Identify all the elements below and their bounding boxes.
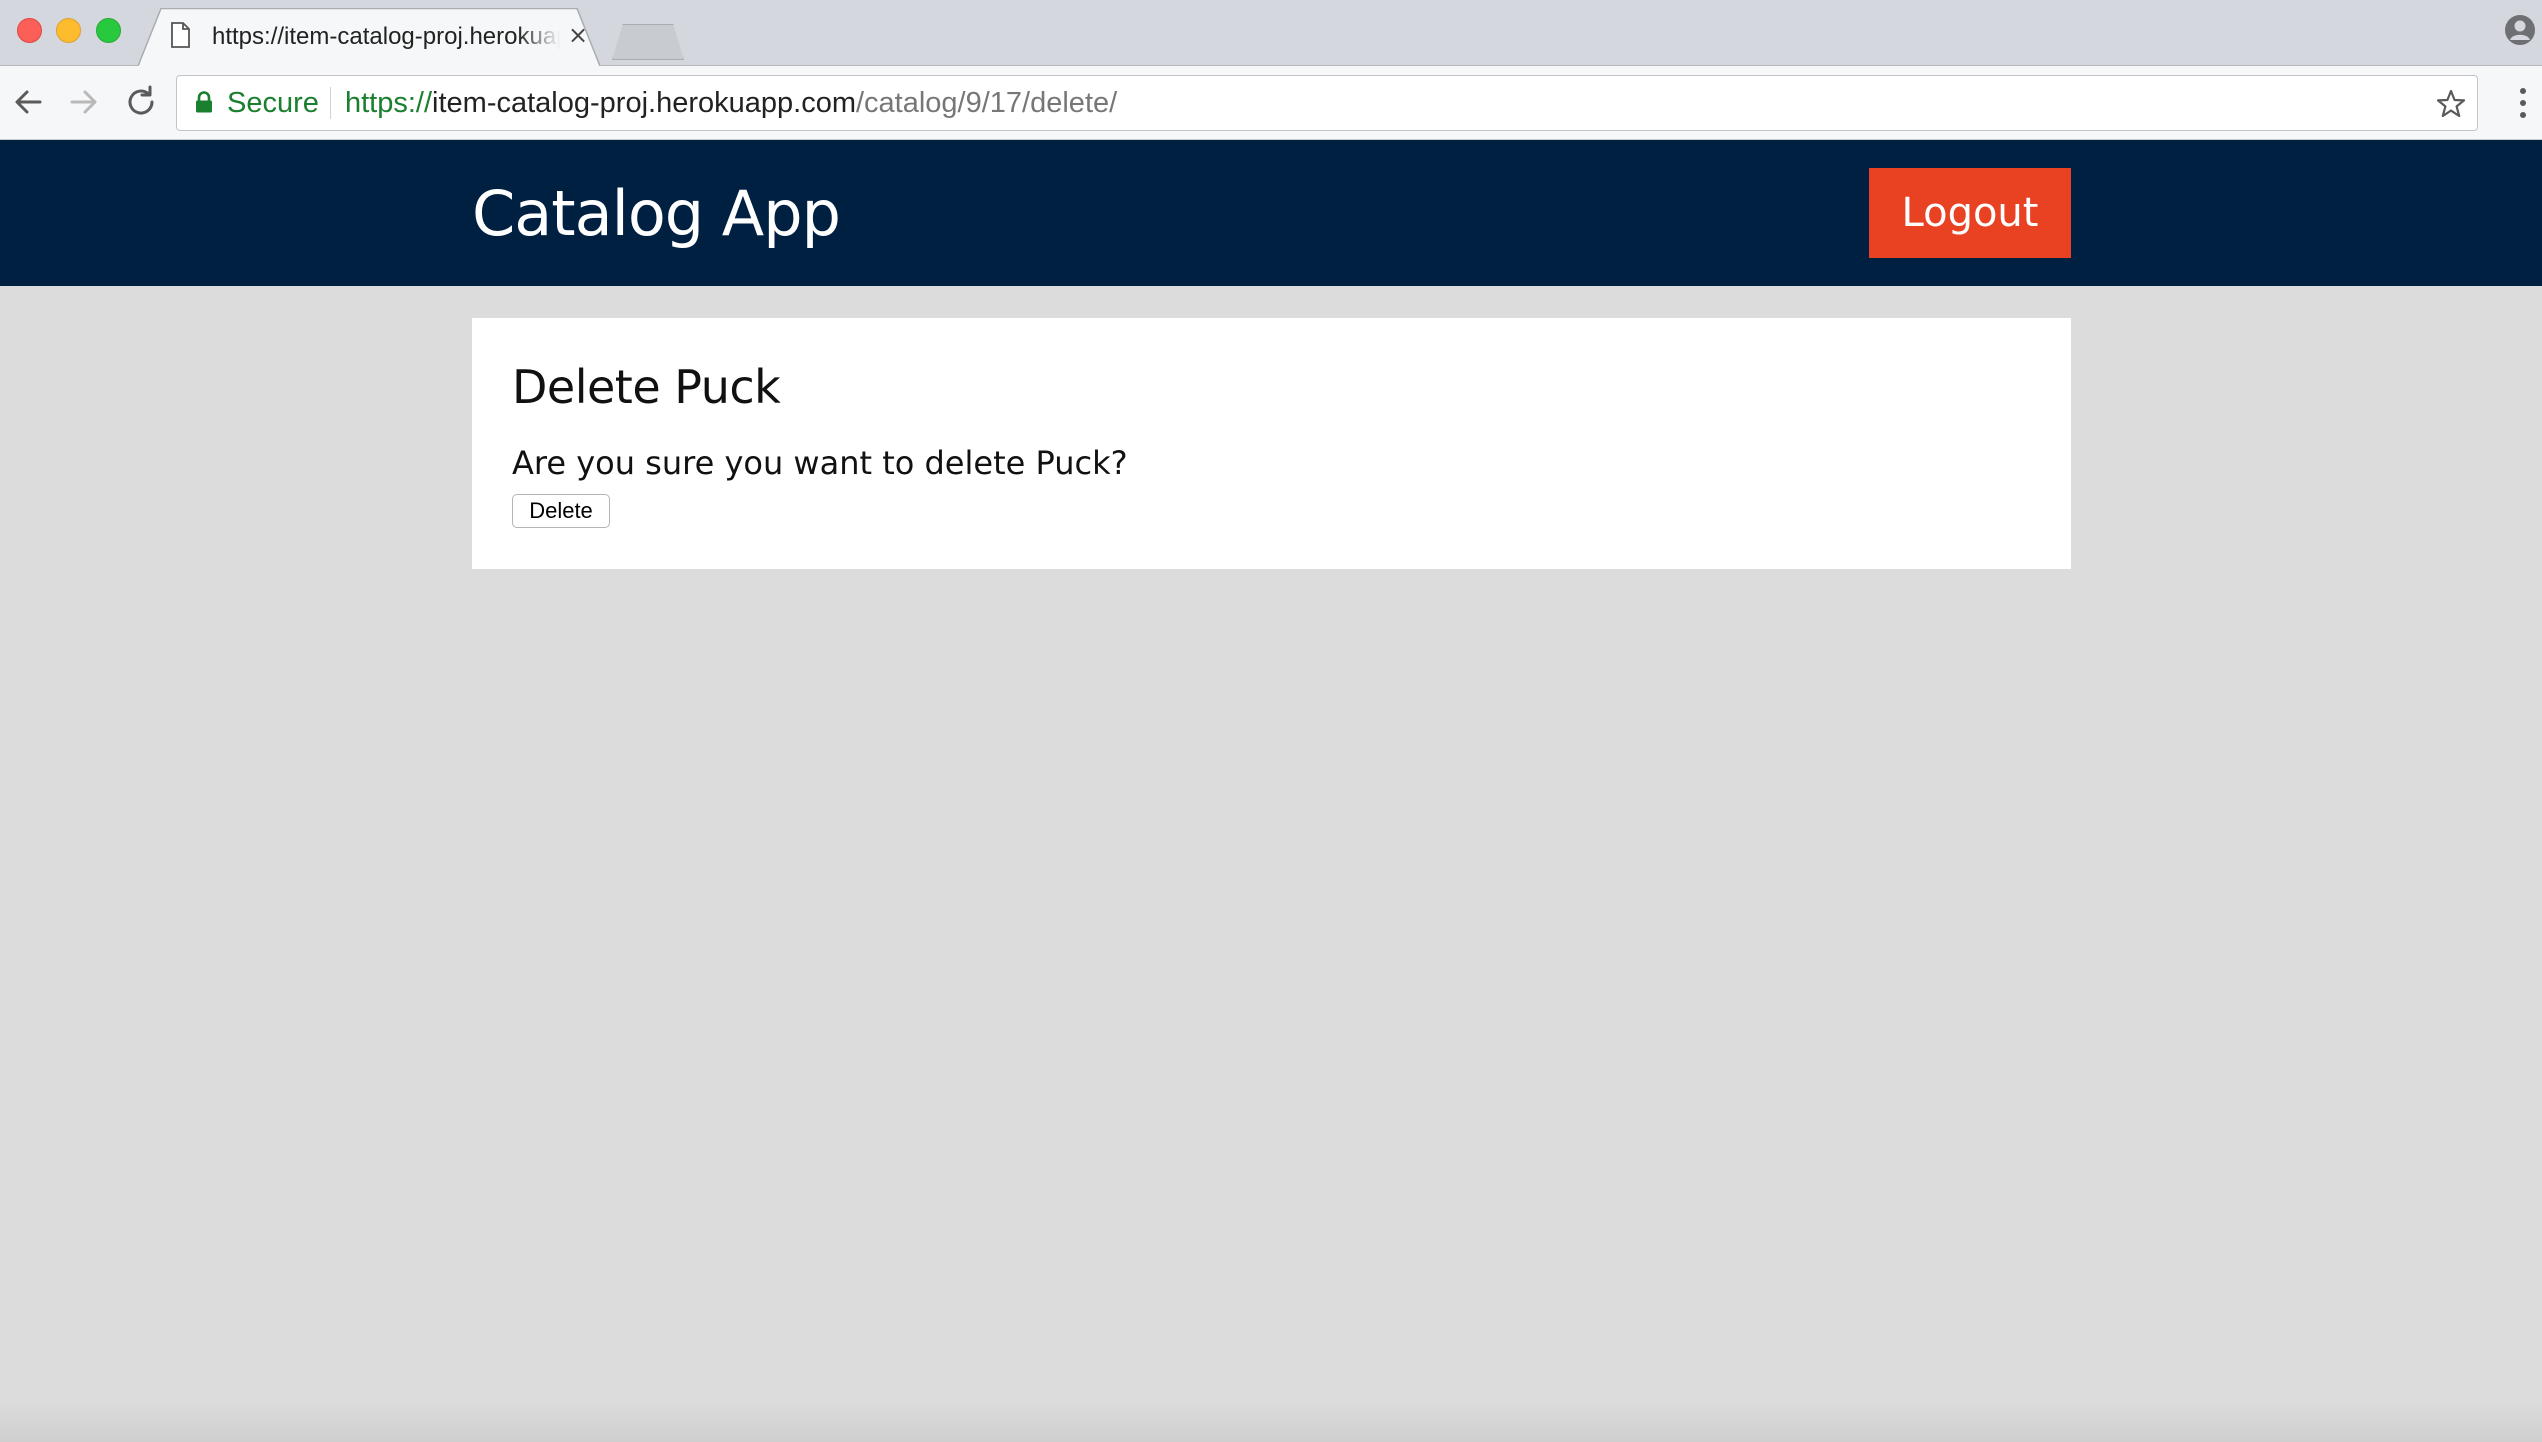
tab-title[interactable]: https://item-catalog-proj.herokuapp.com/… — [212, 23, 560, 53]
minimize-window-button[interactable] — [56, 18, 81, 43]
url-path: /catalog/9/17/delete/ — [855, 87, 1118, 119]
back-arrow-icon[interactable] — [10, 84, 46, 120]
app-navbar: Catalog App Logout — [0, 140, 2542, 286]
page-icon — [171, 22, 190, 48]
forward-arrow-icon[interactable] — [66, 84, 102, 120]
bottom-shadow — [0, 1400, 2542, 1442]
new-tab-button[interactable] — [612, 24, 684, 60]
maximize-window-button[interactable] — [96, 18, 121, 43]
url-text[interactable]: https://item-catalog-proj.herokuapp.com/… — [345, 86, 1117, 120]
address-bar[interactable]: Secure https://item-catalog-proj.herokua… — [176, 75, 2478, 131]
brand-title[interactable]: Catalog App — [472, 176, 841, 252]
browser-tab-bar: https://item-catalog-proj.herokuapp.com/… — [0, 0, 2542, 66]
url-host: item-catalog-proj.herokuapp.com — [432, 87, 856, 119]
url-scheme: https:// — [345, 87, 433, 119]
delete-button[interactable]: Delete — [512, 494, 610, 528]
profile-icon[interactable] — [2504, 14, 2536, 46]
secure-label[interactable]: Secure — [227, 86, 319, 120]
tab-close-icon[interactable]: × — [566, 20, 590, 50]
browser-toolbar: Secure https://item-catalog-proj.herokua… — [0, 66, 2542, 140]
page-title: Delete Puck — [512, 360, 781, 414]
close-window-button[interactable] — [17, 18, 42, 43]
menu-icon[interactable] — [2518, 86, 2528, 120]
lock-icon — [196, 91, 212, 113]
star-icon[interactable] — [2435, 88, 2467, 120]
reload-icon[interactable] — [123, 84, 159, 120]
confirmation-question: Are you sure you want to delete Puck? — [512, 444, 1128, 482]
logout-button[interactable]: Logout — [1869, 168, 2071, 258]
address-separator — [330, 87, 331, 119]
delete-confirmation-card: Delete Puck Are you sure you want to del… — [472, 318, 2071, 569]
